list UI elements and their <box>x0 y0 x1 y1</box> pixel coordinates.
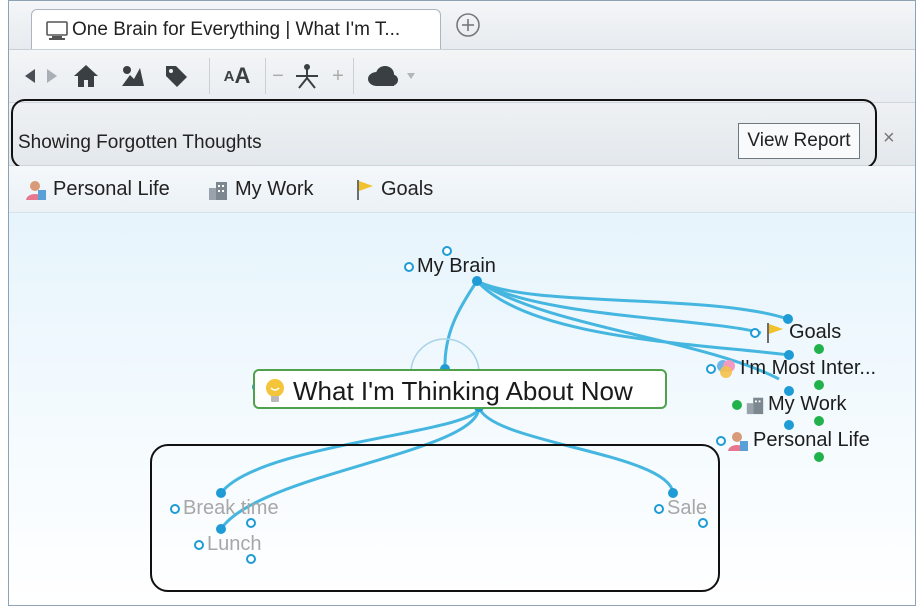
person-icon <box>728 431 748 451</box>
back-button[interactable] <box>19 62 41 90</box>
cloud-sync-button[interactable] <box>361 62 421 90</box>
pins-bar: Personal Life My Work Goals <box>9 166 915 213</box>
font-size-button[interactable]: AA <box>217 62 257 90</box>
thought-goals[interactable]: Goals <box>765 321 841 344</box>
thought-label: Goals <box>789 321 842 343</box>
building-icon <box>746 397 764 414</box>
report-bar: Showing Forgotten Thoughts View Report × <box>9 103 915 166</box>
person-icon <box>26 180 46 200</box>
toolbar: AA − + <box>9 50 915 103</box>
zoom-in-button[interactable]: + <box>331 62 345 90</box>
font-size-large-label: A <box>234 63 251 88</box>
toolbar-separator <box>209 58 210 94</box>
thought-personal-life[interactable]: Personal Life <box>727 429 870 452</box>
chevron-down-icon <box>407 73 415 79</box>
thought-my-brain[interactable]: My Brain <box>417 255 496 278</box>
tab-bar: One Brain for Everything | What I'm T... <box>9 1 915 50</box>
thought-label: Personal Life <box>753 429 870 451</box>
zoom-out-button[interactable]: − <box>271 62 285 90</box>
brain-tab[interactable]: One Brain for Everything | What I'm T... <box>31 9 441 49</box>
tags-button[interactable] <box>161 62 191 90</box>
pin-personal-life[interactable]: Personal Life <box>25 178 170 201</box>
thought-most-interested[interactable]: I'm Most Inter... <box>715 357 876 380</box>
home-icon <box>74 65 98 87</box>
lightbulb-icon <box>266 379 284 402</box>
pin-my-work[interactable]: My Work <box>207 178 314 201</box>
pin-label: My Work <box>235 178 314 200</box>
toolbar-separator <box>265 58 266 94</box>
font-size-small-label: A <box>223 67 235 85</box>
building-icon <box>209 181 227 200</box>
report-message: Showing Forgotten Thoughts <box>18 132 262 153</box>
view-report-button[interactable]: View Report <box>738 123 860 159</box>
toolbar-separator <box>353 58 354 94</box>
home-button[interactable] <box>71 62 101 90</box>
pin-goals[interactable]: Goals <box>355 178 433 201</box>
pin-thought-button[interactable] <box>117 62 147 90</box>
close-report-button[interactable]: × <box>883 127 895 150</box>
forward-button[interactable] <box>41 62 63 90</box>
pin-label: Personal Life <box>53 178 170 200</box>
active-thought-label: What I'm Thinking About Now <box>293 376 633 406</box>
pin-icon <box>122 66 144 86</box>
thought-label: My Work <box>768 393 847 415</box>
thought-label: I'm Most Inter... <box>740 357 877 379</box>
forward-arrow-icon <box>47 69 57 83</box>
flag-icon <box>767 322 783 343</box>
network-icon <box>296 64 318 89</box>
add-tab-icon[interactable] <box>455 12 481 38</box>
network-layout-button[interactable] <box>291 62 323 90</box>
flag-icon <box>357 179 373 200</box>
pin-label: Goals <box>381 178 434 200</box>
back-arrow-icon <box>25 69 35 83</box>
monitor-icon <box>46 21 68 40</box>
plex-canvas[interactable]: My Brain What I'm Thinking About Now Goa… <box>9 213 915 605</box>
thought-lunch[interactable]: Lunch <box>207 533 262 556</box>
tab-title: One Brain for Everything | What I'm T... <box>72 19 401 40</box>
thought-break-time[interactable]: Break time <box>183 497 279 520</box>
tag-icon <box>166 66 187 87</box>
brain-window: One Brain for Everything | What I'm T... <box>8 0 916 606</box>
thought-sale[interactable]: Sale <box>667 497 707 520</box>
active-thought[interactable]: What I'm Thinking About Now <box>253 369 667 409</box>
thought-my-work[interactable]: My Work <box>745 393 847 416</box>
colorful-circles-icon <box>717 359 735 378</box>
cloud-icon <box>368 66 398 86</box>
